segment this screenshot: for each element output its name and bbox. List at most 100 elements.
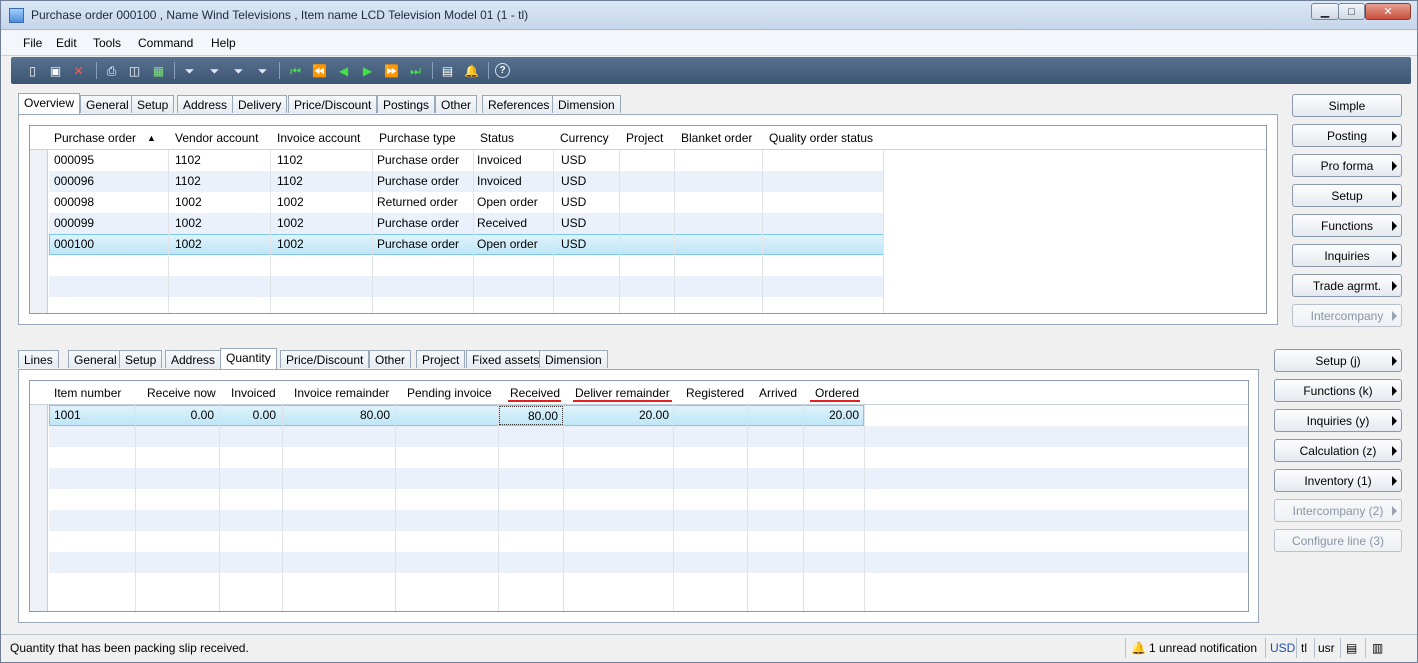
toolbar: ▯ ▣ ✕ ⎙ ◫ ▦ ⏷ ⏷ ⏷ ⏷ ⏮ ⏪ ◀ ▶ ⏩ ⏭ ▤ 🔔 ? [11, 57, 1411, 84]
database-icon[interactable]: ▤ [1346, 641, 1357, 655]
print-preview-icon[interactable]: ◫ [126, 62, 143, 79]
notification-count[interactable]: 1 unread notification [1149, 641, 1257, 655]
posting-button-label: Posting [1326, 128, 1368, 143]
menu-edit[interactable]: Edit [56, 36, 77, 50]
menu-help[interactable]: Help [211, 36, 236, 50]
col-registered[interactable]: Registered [686, 386, 744, 400]
close-button[interactable]: ✕ [1365, 3, 1411, 20]
tab-postings[interactable]: Postings [377, 95, 436, 113]
tab-lines[interactable]: Lines [18, 350, 59, 368]
table-row[interactable]: 000098 1002 1002 Returned order Open ord… [49, 192, 884, 213]
inventory-button[interactable]: Inventory (1) [1274, 469, 1402, 492]
col-purchase-type[interactable]: Purchase type [379, 131, 456, 145]
minimize-button[interactable]: ▁ [1311, 3, 1339, 20]
line-setup-button-label: Setup (j) [1315, 353, 1361, 368]
col-received[interactable]: Received [510, 386, 560, 400]
col-pending-invoice[interactable]: Pending invoice [407, 386, 492, 400]
menu-command[interactable]: Command [138, 36, 193, 50]
col-item-number[interactable]: Item number [54, 386, 121, 400]
remove-filter-icon[interactable]: ⏷ [254, 62, 271, 79]
currency-indicator[interactable]: USD [1270, 641, 1295, 655]
maximize-button[interactable]: □ [1338, 3, 1365, 20]
new-icon[interactable]: ▯ [24, 62, 41, 79]
table-row[interactable]: 000099 1002 1002 Purchase order Received… [49, 213, 884, 234]
tab-dimension[interactable]: Dimension [552, 95, 621, 113]
tab-lines-general[interactable]: General [68, 350, 123, 368]
tab-lines-price-discount[interactable]: Price/Discount [280, 350, 370, 368]
help-icon[interactable]: ? [495, 63, 510, 78]
col-currency[interactable]: Currency [560, 131, 609, 145]
tab-setup[interactable]: Setup [131, 95, 175, 113]
table-row-selected[interactable]: 1001 0.00 0.00 80.00 80.00 20.00 20.00 [49, 405, 864, 426]
tab-other[interactable]: Other [435, 95, 478, 113]
next-page-icon[interactable]: ⏩ [383, 62, 400, 79]
print-icon[interactable]: ⎙ [103, 62, 120, 79]
first-record-icon[interactable]: ⏮ [287, 62, 304, 79]
trade-agreement-button[interactable]: Trade agrmt. [1292, 274, 1402, 297]
line-setup-button[interactable]: Setup (j) [1274, 349, 1402, 372]
col-invoiced[interactable]: Invoiced [231, 386, 276, 400]
export-excel-icon[interactable]: ▦ [150, 62, 167, 79]
pro-forma-button[interactable]: Pro forma [1292, 154, 1402, 177]
previous-record-icon[interactable]: ◀ [335, 62, 352, 79]
tab-fixed-assets[interactable]: Fixed assets [466, 350, 546, 368]
session-icon[interactable]: ▥ [1372, 641, 1383, 655]
col-ordered[interactable]: Ordered [815, 386, 859, 400]
previous-page-icon[interactable]: ⏪ [311, 62, 328, 79]
tab-project[interactable]: Project [416, 350, 466, 368]
col-invoice-account[interactable]: Invoice account [277, 131, 360, 145]
tab-general[interactable]: General [80, 95, 135, 113]
col-receive-now[interactable]: Receive now [147, 386, 216, 400]
delete-icon[interactable]: ✕ [70, 62, 87, 79]
filter-by-grid-icon[interactable]: ⏷ [206, 62, 223, 79]
simple-button[interactable]: Simple [1292, 94, 1402, 117]
col-status[interactable]: Status [480, 131, 514, 145]
cell-received[interactable]: 80.00 [499, 406, 563, 425]
company-indicator[interactable]: tl [1301, 641, 1307, 655]
tab-lines-other[interactable]: Other [369, 350, 412, 368]
col-arrived[interactable]: Arrived [759, 386, 797, 400]
save-icon[interactable]: ▣ [47, 62, 64, 79]
menu-bar: File Edit Tools Command Help [1, 31, 1417, 56]
col-deliver-remainder[interactable]: Deliver remainder [575, 386, 670, 400]
table-row-selected[interactable]: 000100 1002 1002 Purchase order Open ord… [49, 234, 884, 255]
menu-tools[interactable]: Tools [93, 36, 121, 50]
menu-file[interactable]: File [23, 36, 42, 50]
tab-delivery[interactable]: Delivery [232, 95, 288, 113]
tab-lines-setup[interactable]: Setup [119, 350, 163, 368]
tab-address[interactable]: Address [177, 95, 234, 113]
tab-price-discount[interactable]: Price/Discount [288, 95, 378, 113]
functions-button[interactable]: Functions [1292, 214, 1402, 237]
empty-row [49, 447, 1248, 468]
document-handling-icon[interactable]: ▤ [439, 62, 456, 79]
col-vendor-account[interactable]: Vendor account [175, 131, 258, 145]
inquiries-button[interactable]: Inquiries [1292, 244, 1402, 267]
line-inquiries-button[interactable]: Inquiries (y) [1274, 409, 1402, 432]
tab-references[interactable]: References [482, 95, 556, 113]
col-purchase-order[interactable]: Purchase order [54, 131, 136, 145]
next-record-icon[interactable]: ▶ [359, 62, 376, 79]
calculation-button[interactable]: Calculation (z) [1274, 439, 1402, 462]
tab-lines-dimension[interactable]: Dimension [539, 350, 608, 368]
col-blanket-order[interactable]: Blanket order [681, 131, 752, 145]
empty-row [49, 531, 1248, 552]
setup-button[interactable]: Setup [1292, 184, 1402, 207]
filter-by-selection-icon[interactable]: ⏷ [181, 62, 198, 79]
alert-icon[interactable]: 🔔 [463, 62, 480, 79]
tab-overview[interactable]: Overview [18, 93, 81, 114]
cell-purchase-type: Returned order [377, 195, 458, 209]
col-invoice-remainder[interactable]: Invoice remainder [294, 386, 389, 400]
notification-bell-icon[interactable]: 🔔 [1131, 641, 1146, 655]
table-row[interactable]: 000096 1102 1102 Purchase order Invoiced… [49, 171, 884, 192]
table-row[interactable]: 000095 1102 1102 Purchase order Invoiced… [49, 150, 884, 171]
advanced-filter-icon[interactable]: ⏷ [230, 62, 247, 79]
tab-quantity[interactable]: Quantity [220, 348, 277, 369]
pro-forma-button-label: Pro forma [1320, 158, 1374, 173]
last-record-icon[interactable]: ⏭ [407, 62, 424, 79]
cell-item-number: 1001 [54, 408, 81, 422]
posting-button[interactable]: Posting [1292, 124, 1402, 147]
line-functions-button[interactable]: Functions (k) [1274, 379, 1402, 402]
tab-lines-address[interactable]: Address [165, 350, 222, 368]
col-quality-order-status[interactable]: Quality order status [769, 131, 873, 145]
col-project[interactable]: Project [626, 131, 663, 145]
